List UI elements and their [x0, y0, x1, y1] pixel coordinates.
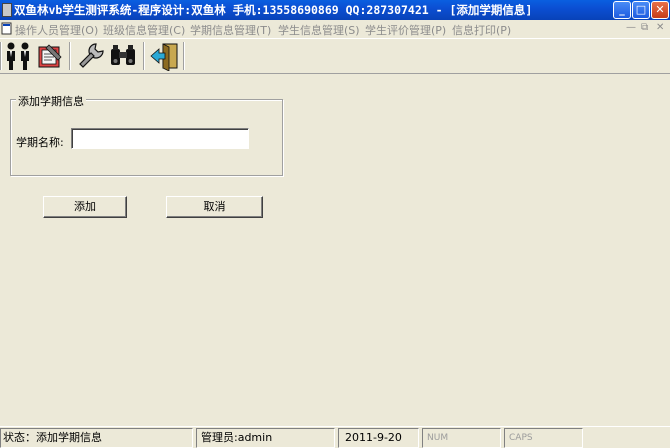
menu-bar: 操作人员管理(O) 班级信息管理(C) 学期信息管理(T) 学生信息管理(S) … — [0, 20, 670, 38]
menu-evaluation-management[interactable]: 学生评价管理(P) — [365, 22, 446, 38]
cancel-button[interactable]: 取消 — [166, 196, 263, 218]
add-term-form: 添加学期信息 学期名称: 添加 取消 — [0, 75, 670, 424]
add-button[interactable]: 添加 — [43, 196, 127, 218]
status-panel-num: NUM — [422, 428, 501, 448]
toolbar-separator — [183, 42, 185, 70]
status-panel-date: 2011-9-20 — [338, 428, 419, 448]
window-title: 双鱼林vb学生测评系统-程序设计:双鱼林 手机:13558690869 QQ:2… — [14, 3, 533, 17]
app-icon[interactable] — [2, 3, 12, 17]
wrench-icon[interactable] — [76, 41, 106, 71]
groupbox-title: 添加学期信息 — [16, 93, 86, 109]
menu-class-management[interactable]: 班级信息管理(C) — [103, 22, 185, 38]
mdi-restore-button[interactable]: ⧉ — [641, 22, 648, 33]
minimize-button[interactable]: _ — [613, 1, 631, 19]
status-panel-state: 状态：添加学期信息 — [0, 428, 193, 448]
notebook-icon[interactable] — [35, 41, 65, 71]
binoculars-icon[interactable] — [108, 41, 138, 71]
term-name-label: 学期名称: — [16, 136, 64, 149]
status-panel-admin: 管理员:admin — [196, 428, 335, 448]
users-icon[interactable] — [3, 41, 33, 71]
status-panel-caps: CAPS — [504, 428, 583, 448]
menu-operator-management[interactable]: 操作人员管理(O) — [15, 22, 98, 38]
status-bar: 状态：添加学期信息 管理员:admin 2011-9-20 NUM CAPS — [0, 426, 670, 448]
exit-door-icon[interactable] — [150, 41, 180, 71]
term-name-input[interactable] — [71, 128, 249, 149]
menu-student-management[interactable]: 学生信息管理(S) — [278, 22, 360, 38]
toolbar — [0, 38, 670, 74]
toolbar-separator — [143, 42, 145, 70]
menu-print[interactable]: 信息打印(P) — [452, 22, 511, 38]
title-bar: 双鱼林vb学生测评系统-程序设计:双鱼林 手机:13558690869 QQ:2… — [0, 0, 670, 20]
maximize-button[interactable]: □ — [632, 1, 650, 19]
mdi-close-button[interactable]: ✕ — [656, 22, 664, 33]
close-button[interactable]: ✕ — [651, 1, 669, 19]
toolbar-separator — [69, 42, 71, 70]
mdi-minimize-button[interactable]: — — [626, 22, 636, 33]
toolbar-separator — [0, 42, 2, 70]
menu-term-management[interactable]: 学期信息管理(T) — [190, 22, 271, 38]
child-window-icon[interactable] — [1, 22, 13, 35]
